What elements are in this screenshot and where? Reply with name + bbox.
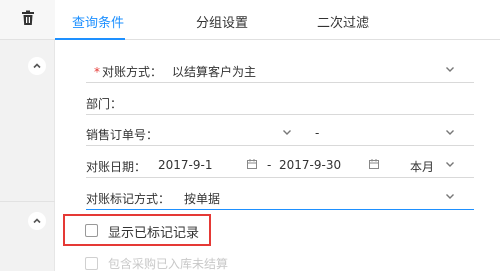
mark-method-label: 对账标记方式： [86, 192, 171, 206]
show-marked-label[interactable]: 显示已标记记录 [108, 222, 199, 241]
mark-method-row[interactable]: 对账标记方式： 按单据 [86, 184, 474, 210]
tab-secondary-filter[interactable]: 二次过滤 [317, 12, 369, 31]
reconcile-method-value[interactable]: 以结算客户为主 [172, 63, 256, 80]
chevron-up-icon[interactable] [28, 212, 46, 230]
include-purchase-checkbox [85, 257, 98, 270]
chevron-down-icon[interactable] [444, 158, 456, 173]
chevron-up-icon[interactable] [28, 57, 46, 75]
reconcile-date-label: 对账日期： [86, 160, 147, 174]
chevron-down-icon[interactable] [444, 190, 456, 205]
active-tab-indicator [55, 38, 125, 40]
sales-order-separator: - [315, 126, 320, 140]
start-date-input[interactable]: 2017-9-1 [158, 158, 212, 172]
section-divider [0, 201, 55, 202]
reconcile-date-row: 对账日期： 2017-9-1 - 2017-9-30 本月 [86, 152, 474, 178]
trash-icon[interactable] [20, 10, 36, 29]
department-label: 部门： [86, 97, 123, 111]
reconcile-method-label: 对账方式： [102, 65, 163, 79]
end-date-input[interactable]: 2017-9-30 [279, 158, 341, 172]
tab-group-settings[interactable]: 分组设置 [196, 12, 248, 31]
tab-query-conditions[interactable]: 查询条件 [72, 12, 124, 31]
sales-order-label: 销售订单号： [86, 128, 159, 142]
department-row[interactable]: 部门： [86, 89, 474, 115]
reconcile-method-row[interactable]: * 对账方式： 以结算客户为主 [86, 57, 474, 83]
required-mark: * [94, 65, 100, 79]
include-purchase-label: 包含采购已入库未结算 [108, 257, 229, 271]
calendar-icon[interactable] [246, 158, 258, 173]
chevron-down-icon[interactable] [444, 126, 456, 141]
sales-order-row[interactable]: 销售订单号： - [86, 120, 474, 146]
period-select[interactable]: 本月 [410, 158, 434, 175]
chevron-down-icon[interactable] [444, 63, 456, 78]
tab-bar: 查询条件 分组设置 二次过滤 [55, 0, 500, 40]
show-marked-checkbox[interactable] [85, 224, 98, 237]
delete-cell [0, 0, 55, 40]
date-range-separator: - [267, 158, 272, 172]
calendar-icon[interactable] [368, 158, 380, 173]
mark-method-value[interactable]: 按单据 [184, 190, 220, 207]
chevron-down-icon[interactable] [281, 126, 293, 141]
left-sidebar [0, 0, 55, 271]
